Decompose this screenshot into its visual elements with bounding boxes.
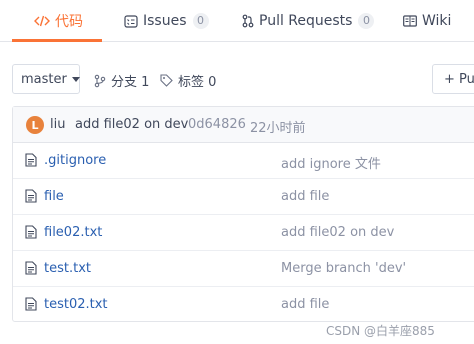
- tab-code[interactable]: 代码: [34, 0, 83, 42]
- file-icon: [25, 189, 37, 207]
- new-pull-request-button[interactable]: + Pul: [432, 64, 474, 94]
- caret-down-icon: [71, 76, 80, 82]
- file-name-link[interactable]: file02.txt: [44, 225, 102, 240]
- active-tab-indicator: [12, 39, 102, 42]
- tab-issues-label: Issues: [143, 13, 187, 29]
- file-icon: [25, 297, 37, 315]
- file-row[interactable]: test.txt Merge branch 'dev': [13, 251, 474, 287]
- file-icon: [25, 261, 37, 279]
- tab-pull-requests[interactable]: Pull Requests 0: [242, 0, 375, 42]
- tags-label: 标签 0: [178, 75, 217, 90]
- branch-icon: [94, 74, 106, 88]
- branches-link[interactable]: 分支 1: [94, 71, 149, 90]
- tab-wiki-label: Wiki: [422, 13, 452, 29]
- commit-author[interactable]: liu: [50, 117, 65, 132]
- file-icon: [25, 225, 37, 243]
- code-icon: [34, 14, 50, 28]
- tab-pull-requests-label: Pull Requests: [259, 13, 353, 29]
- book-icon: [403, 15, 417, 27]
- commit-time: 22小时前: [250, 121, 306, 136]
- file-name-link[interactable]: .gitignore: [44, 153, 106, 168]
- file-row[interactable]: file02.txt add file02 on dev: [13, 215, 474, 251]
- tag-icon: [160, 74, 173, 87]
- file-commit-message[interactable]: add file: [281, 297, 329, 312]
- issues-count-badge: 0: [192, 13, 209, 29]
- tab-issues[interactable]: Issues 0: [124, 0, 209, 42]
- watermark: CSDN @白羊座885: [326, 324, 435, 338]
- issues-icon: [124, 14, 138, 28]
- file-icon: [25, 153, 37, 171]
- file-row[interactable]: file add file: [13, 179, 474, 215]
- branches-label: 分支 1: [111, 75, 150, 90]
- file-name-link[interactable]: file: [44, 189, 64, 204]
- file-commit-message[interactable]: Merge branch 'dev': [281, 261, 406, 276]
- new-pull-request-label: + Pul: [444, 71, 474, 87]
- file-commit-message[interactable]: add file02 on dev: [281, 225, 394, 240]
- repo-tab-bar: 代码 Issues 0 Pull Requests 0 Wiki: [0, 0, 474, 42]
- pull-requests-count-badge: 0: [358, 13, 375, 29]
- file-row[interactable]: test02.txt add file: [13, 287, 474, 323]
- file-commit-message[interactable]: add ignore 文件: [281, 153, 381, 172]
- file-row[interactable]: .gitignore add ignore 文件: [13, 143, 474, 179]
- commit-message[interactable]: add file02 on dev: [75, 117, 188, 132]
- file-name-link[interactable]: test02.txt: [44, 297, 108, 312]
- file-list: L liu add file02 on dev 0d64826 22小时前 .g…: [12, 106, 474, 322]
- avatar[interactable]: L: [26, 116, 44, 134]
- commit-sha[interactable]: 0d64826: [188, 117, 246, 132]
- tab-code-label: 代码: [55, 14, 83, 30]
- tab-wiki[interactable]: Wiki: [403, 0, 451, 42]
- branch-select-label: master: [21, 71, 67, 87]
- last-commit-row: L liu add file02 on dev 0d64826 22小时前: [13, 107, 474, 143]
- branch-select[interactable]: master: [12, 64, 80, 94]
- file-name-link[interactable]: test.txt: [44, 261, 91, 276]
- file-commit-message[interactable]: add file: [281, 189, 329, 204]
- tags-link[interactable]: 标签 0: [160, 71, 216, 90]
- pull-request-icon: [242, 14, 254, 28]
